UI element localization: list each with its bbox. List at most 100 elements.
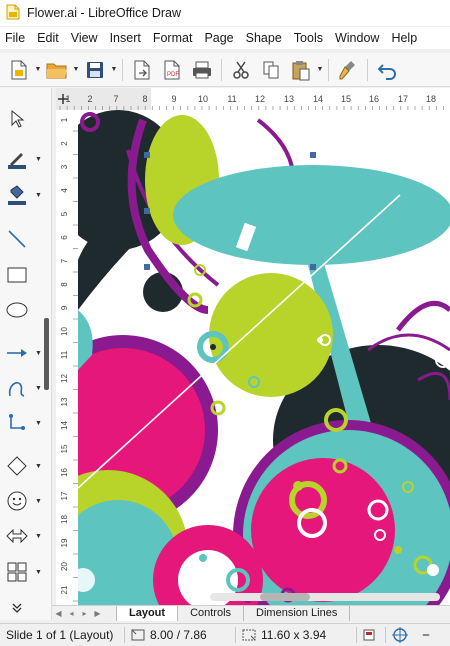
drawing-canvas[interactable] [78,110,450,605]
menu-shape[interactable]: Shape [240,27,288,49]
toolbar-separator [367,58,368,81]
tab-dimension-lines[interactable]: Dimension Lines [244,606,351,621]
first-tab-arrow[interactable]: ◀ [52,609,65,618]
print-icon [193,61,211,78]
title-bar: Flower.ai - LibreOffice Draw [0,0,450,26]
ring-dot[interactable] [210,344,216,350]
white-dot[interactable] [427,564,439,576]
horizontal-ruler[interactable]: 1 2 7 8 9 10 11 12 13 14 15 16 17 18 [56,88,450,110]
menu-window[interactable]: Window [329,27,385,49]
save-dropdown[interactable]: ▼ [110,56,118,84]
new-document-button[interactable] [4,56,34,84]
toolbar-grip[interactable] [44,318,49,390]
line-endpoint-handle[interactable] [317,337,323,343]
menu-format[interactable]: Format [147,27,199,49]
block-arrows-dropdown[interactable]: ▼ [35,533,42,540]
undo-button[interactable] [372,56,402,84]
save-button[interactable] [80,56,110,84]
cut-button[interactable] [226,56,256,84]
position-icon [131,629,145,640]
flower-artwork[interactable] [78,110,450,605]
selection-handle[interactable] [144,152,150,158]
symbol-shapes-dropdown[interactable]: ▼ [35,498,42,505]
symbol-shapes-tool[interactable]: ▼ [2,486,50,516]
ruler-label: 10 [198,94,208,104]
line-tool[interactable] [2,224,50,254]
arrow-line-tool[interactable]: ▼ [2,338,50,368]
standard-toolbar: ▼ ▼ ▼ PDF ▼ [0,53,450,87]
save-icon [87,61,103,78]
block-arrows-tool[interactable]: ▼ [2,521,50,551]
flowchart-icon [7,562,27,582]
zoom-out-button[interactable] [416,624,436,646]
menu-edit[interactable]: Edit [31,27,65,49]
connector-dropdown[interactable]: ▼ [35,420,42,427]
copy-icon [263,61,279,78]
diamond-shape-icon [7,456,27,476]
horizontal-scrollbar[interactable] [200,590,450,604]
ellipse-tool[interactable] [2,295,50,325]
export-pdf-button[interactable]: PDF [157,56,187,84]
select-tool[interactable] [2,104,50,134]
flowchart-tool[interactable]: ▼ [2,557,50,587]
prev-tab-arrow[interactable]: ◂ [65,609,78,618]
connector-tool[interactable]: ▼ [2,408,50,438]
basic-shapes-dropdown[interactable]: ▼ [35,463,42,470]
next-tab-arrow[interactable]: ▸ [78,609,91,618]
svg-text:PDF: PDF [167,72,179,78]
menu-help[interactable]: Help [385,27,423,49]
selection-handle[interactable] [310,264,316,270]
ruler-label: 17 [60,491,69,500]
menu-tools[interactable]: Tools [288,27,329,49]
fill-color-dropdown[interactable]: ▼ [35,192,42,199]
basic-shapes-tool[interactable]: ▼ [2,451,50,481]
open-button[interactable] [42,56,72,84]
flowchart-dropdown[interactable]: ▼ [35,569,42,576]
white-ring[interactable] [435,352,450,368]
fill-color-tool[interactable]: ▼ [2,180,50,210]
print-button[interactable] [187,56,217,84]
ruler-label: 19 [60,538,69,547]
menu-insert[interactable]: Insert [104,27,147,49]
clone-formatting-button[interactable] [333,56,363,84]
tab-layout[interactable]: Layout [116,606,179,621]
export-button[interactable] [127,56,157,84]
menu-page[interactable]: Page [198,27,239,49]
lime-dot[interactable] [394,546,402,554]
last-tab-arrow[interactable]: ▶ [91,609,104,618]
vertical-ruler[interactable]: 1 2 3 4 5 6 7 8 9 10 11 12 13 14 15 16 17 18 19 20 21 [56,110,78,605]
purple-swirl[interactable] [396,300,450,332]
paste-dropdown[interactable]: ▼ [316,56,324,84]
line-color-tool[interactable]: ▼ [2,144,50,174]
paste-button[interactable] [286,56,316,84]
selection-handle[interactable] [310,152,316,158]
open-dropdown[interactable]: ▼ [72,56,80,84]
selection-handle[interactable] [144,208,150,214]
menu-bar: File Edit View Insert Format Page Shape … [0,27,450,49]
copy-button[interactable] [256,56,286,84]
line-color-dropdown[interactable]: ▼ [35,156,42,163]
document-modified-indicator[interactable] [357,624,385,646]
slide-indicator[interactable]: Slide 1 of 1 (Layout) [0,624,124,646]
curve-dropdown[interactable]: ▼ [35,385,42,392]
window-title: Flower.ai - LibreOffice Draw [27,6,181,20]
fit-slide-button[interactable] [386,624,416,646]
new-document-dropdown[interactable]: ▼ [34,56,42,84]
selection-handle[interactable] [144,264,150,270]
scroll-thumb[interactable] [260,593,310,601]
rectangle-tool[interactable] [2,260,50,290]
teal-dot[interactable] [199,554,207,562]
curve-tool[interactable]: ▼ [2,373,50,403]
teal-petal[interactable] [173,165,450,265]
scroll-track[interactable] [210,593,440,601]
menu-file[interactable]: File [0,27,31,49]
lime-circle[interactable] [209,273,333,397]
ruler-label: 21 [60,585,69,594]
new-document-icon [11,60,27,79]
arrow-line-dropdown[interactable]: ▼ [35,350,42,357]
horizontal-ruler-scale: 1 2 7 8 9 10 11 12 13 14 15 16 17 18 [56,88,450,110]
menu-view[interactable]: View [65,27,104,49]
more-tools-button[interactable] [2,598,50,618]
tab-controls[interactable]: Controls [178,606,245,621]
lime-dot[interactable] [293,481,303,491]
